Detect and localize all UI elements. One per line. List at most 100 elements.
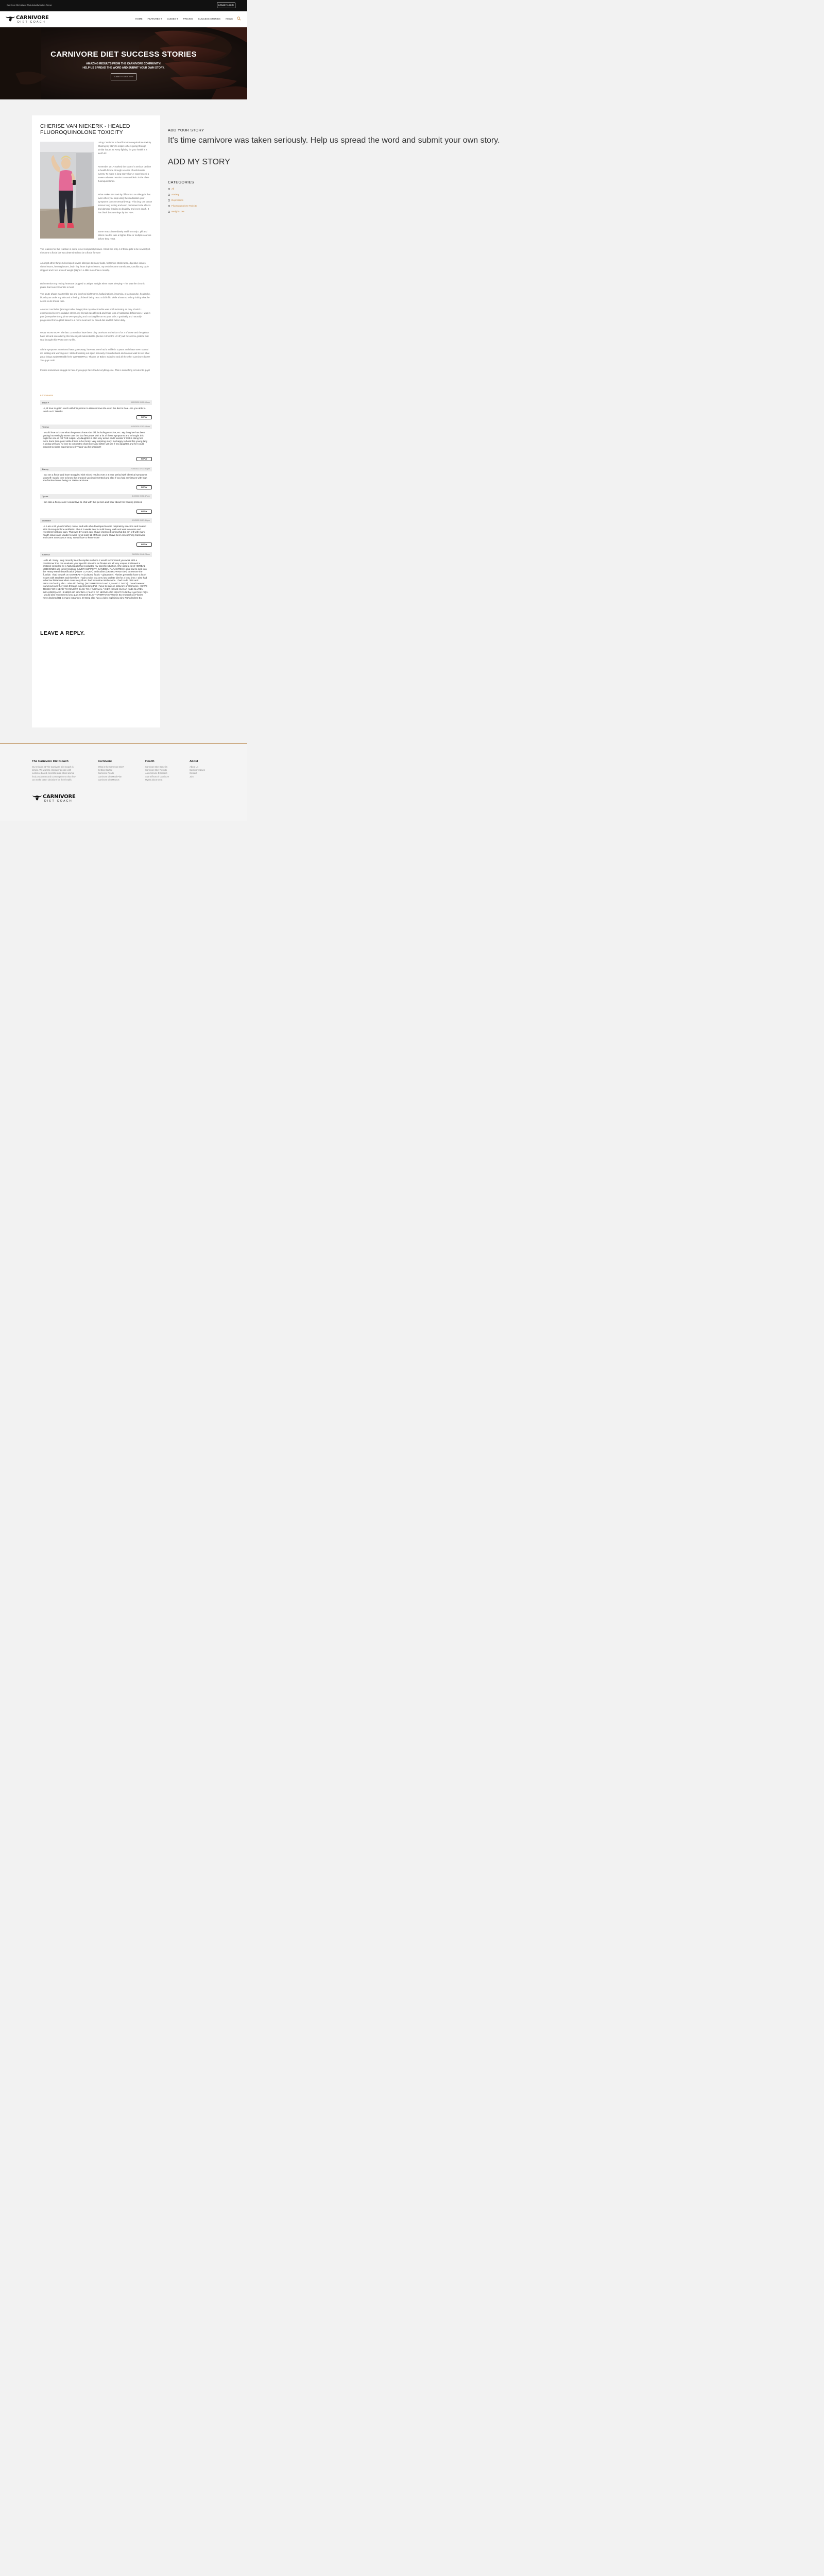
- nav-guides[interactable]: GUIDES ▾: [167, 18, 178, 21]
- comment: Danny 7/19/2021 07:13:31 pm I too am a f…: [40, 467, 152, 492]
- footer-col-health: Health Carnivore Diet Benefits Carnivore…: [145, 760, 169, 782]
- footer-col-title: About: [190, 760, 198, 763]
- footer-col-title: Carnivore: [98, 760, 112, 763]
- footer-link[interactable]: Carnivore Diet Macros: [98, 778, 124, 782]
- comment-date: 2/6/2024 09:48:28 am: [132, 553, 150, 555]
- hero-title: CARNIVORE DIET SUCCESS STORIES: [50, 50, 197, 59]
- category-label: Weight Loss: [171, 210, 185, 213]
- comment: Dave F 9/22/2020 09:22:19 am Hi, id love…: [40, 400, 152, 422]
- bull-logo-icon: [6, 16, 15, 22]
- checkbox-icon: [168, 188, 170, 190]
- post-paragraph: Did I mention my resting heartrate dropp…: [40, 282, 145, 289]
- category-item[interactable]: Depression: [168, 199, 183, 201]
- comment-header: Tyson 8/4/2022 09:58:47 am: [40, 494, 152, 499]
- logo-wordmark: CARNIVORE: [16, 15, 49, 21]
- leave-reply-heading: LEAVE A REPLY.: [40, 630, 85, 636]
- submit-story-button[interactable]: SUBMIT YOUR STORY: [111, 73, 136, 80]
- comment-header: christine 9/1/2023 09:27:31 pm: [40, 518, 152, 523]
- comment-body: I would love to know what the protocol w…: [43, 431, 148, 448]
- post-paragraph: The acute phase was terrible too and inv…: [40, 293, 151, 302]
- comment-body: Hello all. Sorry I only recently see the…: [43, 559, 148, 599]
- post-paragraph: Floxies sometimes struggle to heal. If y…: [40, 369, 150, 371]
- post-paragraph: Using Carnivore to heal from Fluoroquino…: [98, 141, 152, 155]
- post-paragraph: All the symptoms mentioned have gone awa…: [40, 348, 150, 362]
- hero-banner: CARNIVORE DIET SUCCESS STORIES AMAZING R…: [0, 27, 247, 99]
- logo-wordmark: CARNIVORE: [43, 794, 76, 800]
- nav-home[interactable]: HOME: [135, 18, 143, 21]
- checkbox-icon: [168, 205, 170, 207]
- footer-link[interactable]: Side Effects of Carnivore: [145, 775, 169, 778]
- hero-subtitle-line2: HELP US SPREAD THE WORD AND SUBMIT YOUR …: [82, 66, 165, 70]
- category-label: Fluoroquinolone Toxicity: [171, 205, 197, 207]
- footer-col-about-site: The Carnivore Diet Coach Our mission at …: [32, 760, 89, 782]
- post-paragraph: November 2017 marked the start of a seri…: [98, 165, 151, 182]
- legacy-login-button[interactable]: LEGACY LOGIN: [217, 3, 235, 8]
- post-paragraph: The reasons for this reaction in some is…: [40, 248, 151, 254]
- footer-link[interactable]: Myths about Meat: [145, 778, 169, 782]
- nav-pricing[interactable]: PRICING: [183, 18, 193, 21]
- add-my-story-button[interactable]: ADD MY STORY: [168, 158, 230, 167]
- category-label: All: [171, 188, 175, 190]
- reply-button[interactable]: REPLY: [136, 485, 152, 489]
- checkbox-icon: [168, 199, 170, 201]
- logo-subtitle: DIET COACH: [44, 800, 73, 803]
- category-label: Depression: [171, 199, 184, 201]
- footer-link[interactable]: Autoimmune Disorders: [145, 772, 169, 775]
- comments-count-link[interactable]: 6 Comments: [40, 394, 53, 397]
- sidebar-add-story-heading: ADD YOUR STORY: [168, 128, 204, 132]
- comment: Cherise 2/6/2024 09:48:28 am Hello all. …: [40, 552, 152, 614]
- comment-date: 9/22/2020 09:22:19 am: [131, 401, 150, 403]
- hero-subtitle-line1: AMAZING RESULTS FROM THE CARNIVORE COMMU…: [86, 62, 161, 65]
- comment-date: 11/5/2020 07:03:19 am: [131, 426, 150, 428]
- nav-features[interactable]: FEATURES ▾: [148, 18, 162, 21]
- nav-news[interactable]: NEWS: [226, 18, 233, 21]
- footer-link[interactable]: Carnivore Diet Meal Plan: [98, 775, 124, 778]
- comment-date: 7/19/2021 07:13:31 pm: [131, 468, 150, 470]
- post-paragraph: Amongst other things I developed severe …: [40, 262, 149, 272]
- comment-author: christine: [42, 519, 51, 522]
- footer-col-about: About About Us Carnivore News Contact Jo…: [190, 760, 205, 778]
- comment-header: Danny 7/19/2021 07:13:31 pm: [40, 467, 152, 471]
- footer-text: can make better decisions for their heal…: [32, 778, 72, 781]
- comment-author: Danny: [42, 468, 49, 470]
- comment-date: 8/4/2022 09:58:47 am: [132, 495, 150, 497]
- site-logo[interactable]: CARNIVORE DIET COACH: [5, 13, 52, 25]
- checkbox-icon: [168, 210, 170, 213]
- comment-body: Hi, id love to get in touch with this pe…: [43, 407, 146, 413]
- nav-success-stories[interactable]: SUCCESS STORIES: [198, 18, 221, 21]
- comment-date: 9/1/2023 09:27:31 pm: [132, 519, 150, 521]
- footer-logo[interactable]: CARNIVORE DIET COACH: [32, 792, 78, 804]
- post-paragraph: A doctor concluded (amongst other things…: [40, 308, 150, 321]
- category-item[interactable]: Fluoroquinolone Toxicity: [168, 205, 197, 207]
- post-paragraph: What makes this toxicity different to an…: [98, 193, 152, 214]
- category-item[interactable]: All: [168, 188, 174, 190]
- comment-author: Tyson: [42, 495, 48, 498]
- comment-body: I am also a floxyie and I would love to …: [43, 501, 143, 503]
- footer-col-title: Health: [145, 760, 154, 763]
- reply-button[interactable]: REPLY: [136, 457, 152, 461]
- comment-header: Teresa 11/5/2020 07:03:19 am: [40, 425, 152, 429]
- comment-author: Cherise: [42, 553, 50, 556]
- footer-col-carnivore: Carnivore What is the Carnivore Diet? Ge…: [98, 760, 124, 782]
- sidebar-add-title: ADD YOUR STORY: [168, 128, 204, 132]
- post-paragraph: Some reacts immediately and from only 1 …: [98, 230, 151, 240]
- search-icon[interactable]: [237, 16, 241, 21]
- comment-author: Dave F: [42, 401, 49, 404]
- article-card: CHERISE VAN NIEKERK - HEALED FLUOROQUINO…: [32, 115, 160, 727]
- reply-button[interactable]: REPLY: [136, 543, 152, 547]
- comment-header: Dave F 9/22/2020 09:22:19 am: [40, 400, 152, 405]
- category-item[interactable]: Anxiety: [168, 193, 179, 196]
- reply-button[interactable]: REPLY: [136, 415, 152, 419]
- post-title: CHERISE VAN NIEKERK - HEALED FLUOROQUINO…: [40, 124, 130, 135]
- comment-body: I too am a floxie and have struggled wit…: [43, 473, 147, 482]
- footer-col-title: The Carnivore Diet Coach: [32, 760, 68, 763]
- main-nav: HOME FEATURES ▾ GUIDES ▾ PRICING SUCCESS…: [135, 18, 233, 21]
- category-item[interactable]: Weight Loss: [168, 210, 184, 213]
- footer-link[interactable]: Join: [190, 775, 205, 778]
- tagline: Carnivore Diet Advice That Actually Make…: [7, 4, 52, 6]
- woman-flexing-photo: [40, 142, 94, 239]
- reply-button[interactable]: REPLY: [136, 510, 152, 514]
- sidebar-categories-heading: CATEGORIES: [168, 180, 194, 184]
- comment: Teresa 11/5/2020 07:03:19 am I would lov…: [40, 425, 152, 464]
- comment: christine 9/1/2023 09:27:31 pm Hi. I am …: [40, 518, 152, 549]
